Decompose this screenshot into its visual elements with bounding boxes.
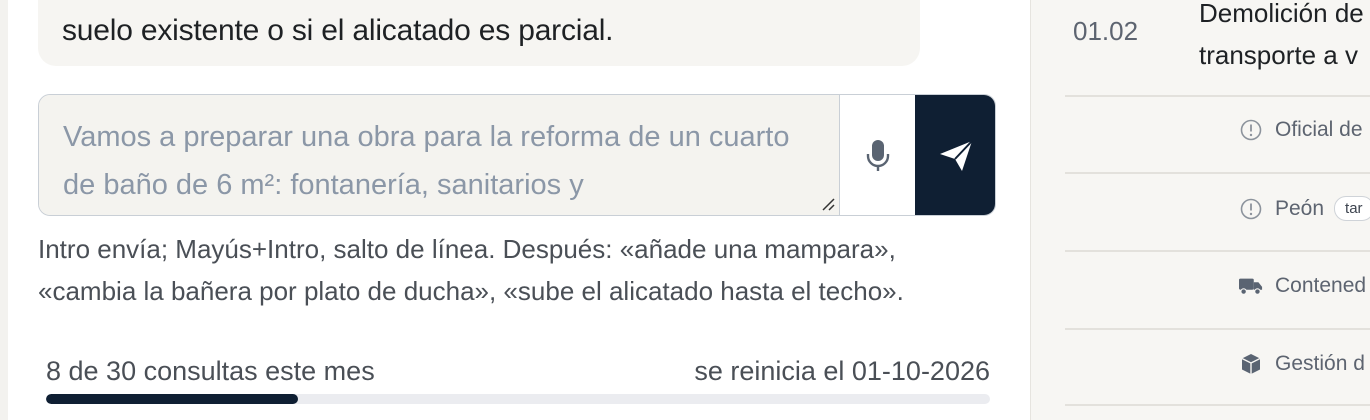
resource-label: Gestión d: [1275, 352, 1365, 375]
resource-row[interactable]: Oficial de: [1239, 118, 1363, 142]
alert-circle-icon: [1239, 197, 1263, 221]
message-input[interactable]: Vamos a preparar una obra para la reform…: [39, 95, 839, 215]
resource-label: Peón: [1275, 196, 1325, 220]
truck-icon: [1239, 274, 1263, 298]
alert-circle-icon: [1239, 118, 1263, 142]
resource-tag: tar: [1334, 196, 1370, 221]
usage-progress-fill: [46, 394, 298, 404]
chat-panel: suelo existente o si el alicatado es par…: [8, 0, 1030, 420]
budget-side-panel: 01.02 Demolición de transporte a v Ofici…: [1030, 0, 1370, 420]
item-title[interactable]: Demolición de transporte a v: [1199, 0, 1364, 76]
item-title-line1: Demolición de: [1199, 0, 1364, 28]
resource-row[interactable]: Contened: [1239, 274, 1366, 298]
divider: [1065, 172, 1370, 174]
resource-label: Oficial de: [1275, 118, 1363, 141]
resource-row[interactable]: Peón tar: [1239, 196, 1370, 221]
send-icon: [940, 140, 973, 171]
usage-meter: 8 de 30 consultas este mes se reinicia e…: [46, 356, 990, 394]
voice-input-button[interactable]: [839, 95, 916, 215]
box-icon: [1239, 352, 1263, 376]
divider: [1065, 250, 1370, 252]
send-button[interactable]: [915, 95, 995, 215]
divider: [1065, 404, 1370, 406]
composer-hint: Intro envía; Mayús+Intro, salto de línea…: [38, 234, 904, 306]
resource-label: Contened: [1275, 274, 1367, 297]
resource-row[interactable]: Gestión d: [1239, 352, 1365, 376]
usage-reset-date: se reinicia el 01-10-2026: [694, 356, 990, 386]
microphone-icon: [866, 140, 890, 171]
resize-grip-icon[interactable]: [819, 195, 835, 211]
divider: [1065, 95, 1370, 97]
assistant-message-bubble: suelo existente o si el alicatado es par…: [38, 0, 920, 66]
message-composer: Vamos a preparar una obra para la reform…: [38, 94, 996, 216]
item-code: 01.02: [1073, 16, 1139, 46]
item-title-line2: transporte a v: [1199, 40, 1358, 70]
divider: [1065, 328, 1370, 330]
usage-progress-track: [46, 394, 990, 404]
assistant-message-text: suelo existente o si el alicatado es par…: [62, 14, 614, 47]
usage-count: 8 de 30 consultas este mes: [46, 356, 375, 386]
